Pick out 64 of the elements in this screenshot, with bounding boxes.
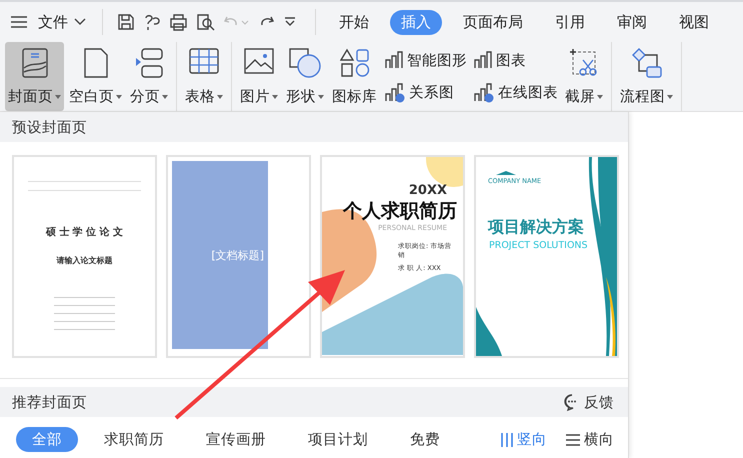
filter-tab[interactable]: 免费	[394, 427, 456, 452]
project-title: 项目解决方案	[488, 217, 585, 238]
horizontal-lines-icon	[565, 432, 581, 446]
online-chart-icon	[473, 82, 495, 102]
ribbon-tab[interactable]: 引用	[544, 10, 596, 34]
thesis-title: 硕 士 学 位 论 文	[44, 226, 124, 239]
chevron-icon	[74, 18, 86, 26]
ribbon-button[interactable]: 封面页	[5, 42, 64, 111]
ribbon-tab[interactable]: 页面布局	[452, 10, 534, 34]
page-break-icon	[135, 48, 163, 78]
caret-icon	[667, 94, 673, 98]
feedback-button[interactable]: 反馈	[563, 392, 614, 412]
shapes-icon	[289, 48, 321, 78]
filter-tab[interactable]: 求职简历	[88, 427, 180, 452]
caret-icon	[318, 94, 324, 98]
ribbon-tab[interactable]: 视图	[668, 10, 720, 34]
resume-title: 个人求职简历	[342, 199, 457, 224]
online-chart-icon	[384, 82, 406, 102]
cover-page-icon	[22, 48, 48, 78]
ribbon-button[interactable]: 图片	[237, 42, 281, 111]
ribbon-button[interactable]: 分页	[127, 42, 171, 111]
ribbon-button[interactable]: 关系图	[384, 82, 467, 102]
ribbon-tab[interactable]: 开始	[328, 10, 380, 34]
ribbon-button[interactable]: 图表	[473, 50, 558, 70]
orientation-option[interactable]: 竖向	[500, 430, 547, 449]
ribbon-button[interactable]: 在线图表	[473, 82, 558, 102]
caret-icon	[597, 94, 603, 98]
ribbon-button[interactable]: 流程图	[617, 42, 676, 111]
ribbon-button[interactable]: 图标库	[329, 42, 380, 111]
ribbon-button[interactable]: 空白页	[66, 42, 125, 111]
caret-icon	[162, 94, 168, 98]
cover-template[interactable]: 硕 士 学 位 论 文 请输入论文标题	[12, 155, 157, 358]
chart-icon	[473, 51, 493, 69]
save-icon[interactable]	[117, 13, 135, 31]
menu-icon[interactable]	[10, 15, 28, 29]
file-menu[interactable]: 文件	[36, 12, 88, 32]
orientation-option[interactable]: 横向	[565, 430, 614, 449]
flowchart-icon	[630, 48, 662, 78]
ribbon-button[interactable]: 形状	[283, 42, 327, 111]
vertical-lines-icon	[500, 432, 514, 448]
icon-library-icon	[340, 48, 370, 78]
print-icon[interactable]	[169, 13, 188, 31]
blank-page-icon	[84, 48, 108, 78]
caret-icon	[55, 94, 61, 98]
print-preview-icon[interactable]	[196, 13, 215, 31]
caret-icon	[116, 94, 122, 98]
caret-icon	[217, 94, 223, 98]
table-icon	[189, 48, 219, 74]
ribbon-tab[interactable]: 审阅	[606, 10, 658, 34]
section-title: 推荐封面页	[12, 394, 87, 412]
project-subtitle: PROJECT SOLUTIONS	[489, 240, 589, 251]
chart-icon	[384, 51, 404, 69]
document-title: [文档标题]	[211, 248, 264, 262]
screenshot-icon	[569, 48, 599, 78]
ribbon-button[interactable]: 表格	[182, 42, 226, 111]
filter-tab[interactable]: 宣传画册	[190, 427, 282, 452]
ribbon-button[interactable]: 智能图形	[384, 50, 467, 70]
caret-icon	[272, 94, 278, 98]
year-text: 20XX	[408, 183, 447, 198]
ribbon-button[interactable]: 截屏	[562, 42, 606, 111]
section-title: 预设封面页	[12, 118, 87, 136]
filter-tab[interactable]: 项目计划	[292, 427, 384, 452]
picture-icon	[244, 48, 274, 74]
thesis-subtitle: 请输入论文标题	[55, 255, 114, 266]
